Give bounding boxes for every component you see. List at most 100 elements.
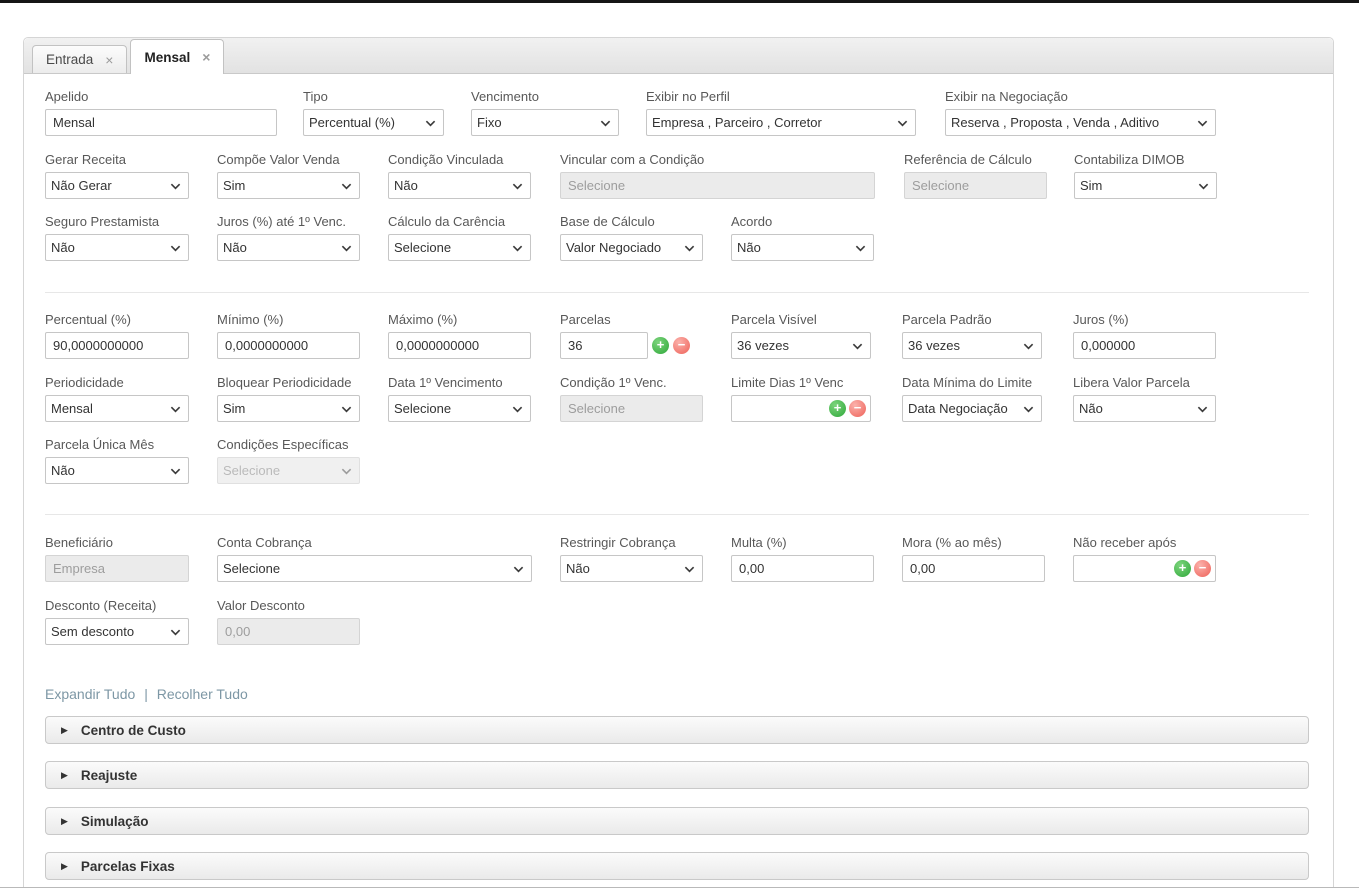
tab-mensal[interactable]: Mensal × xyxy=(130,39,224,74)
condicoes-especificas-select: Selecione xyxy=(217,457,360,484)
contabiliza-dimob-field: Contabiliza DIMOB Sim xyxy=(1074,152,1217,199)
parcelas-input[interactable] xyxy=(560,332,648,359)
juros-input[interactable] xyxy=(1073,332,1216,359)
beneficiario-field: Beneficiário xyxy=(45,535,189,582)
limite-dias-label: Limite Dias 1º Venc xyxy=(731,375,871,390)
accordion-simulacao[interactable]: ▶ Simulação xyxy=(45,807,1309,835)
accordion-parcelas-fixas[interactable]: ▶ Parcelas Fixas xyxy=(45,852,1309,880)
conta-cobranca-select[interactable]: Selecione xyxy=(217,555,532,582)
acordo-select[interactable]: Não xyxy=(731,234,874,261)
beneficiario-input xyxy=(45,555,189,582)
close-icon[interactable]: × xyxy=(202,50,210,64)
periodicidade-label: Periodicidade xyxy=(45,375,189,390)
compoe-valor-venda-field: Compõe Valor Venda Sim xyxy=(217,152,360,199)
seguro-prestamista-field: Seguro Prestamista Não xyxy=(45,214,189,261)
parcela-visivel-field: Parcela Visível 36 vezes xyxy=(731,312,871,359)
accordion-label: Reajuste xyxy=(81,768,137,783)
minus-icon[interactable]: − xyxy=(1194,560,1211,577)
minus-icon[interactable]: − xyxy=(849,400,866,417)
condicoes-especificas-field: Condições Específicas Selecione xyxy=(217,437,360,484)
condicao-1-venc-label: Condição 1º Venc. xyxy=(560,375,703,390)
page-top-border xyxy=(0,0,1359,3)
mora-label: Mora (% ao mês) xyxy=(902,535,1045,550)
parcela-visivel-select[interactable]: 36 vezes xyxy=(731,332,871,359)
tipo-label: Tipo xyxy=(303,89,444,104)
vencimento-select[interactable]: Fixo xyxy=(471,109,619,136)
plus-icon[interactable]: + xyxy=(1174,560,1191,577)
condicao-vinculada-label: Condição Vinculada xyxy=(388,152,531,167)
limite-dias-input[interactable] xyxy=(736,397,826,420)
compoe-valor-venda-label: Compõe Valor Venda xyxy=(217,152,360,167)
gerar-receita-select[interactable]: Não Gerar xyxy=(45,172,189,199)
tab-entrada[interactable]: Entrada × xyxy=(32,45,127,73)
plus-icon[interactable]: + xyxy=(652,337,669,354)
apelido-input[interactable] xyxy=(45,109,277,136)
juros-ate-venc-label: Juros (%) até 1º Venc. xyxy=(217,214,360,229)
recolher-tudo-link[interactable]: Recolher Tudo xyxy=(157,686,248,702)
valor-desconto-input xyxy=(217,618,360,645)
accordion-label: Simulação xyxy=(81,814,149,829)
parcela-unica-mes-select[interactable]: Não xyxy=(45,457,189,484)
restringir-cobranca-select[interactable]: Não xyxy=(560,555,703,582)
condicao-1-venc-field: Condição 1º Venc. xyxy=(560,375,703,422)
multa-field: Multa (%) xyxy=(731,535,874,582)
chevron-right-icon: ▶ xyxy=(61,861,68,872)
section-divider xyxy=(45,514,1309,515)
tipo-select[interactable]: Percentual (%) xyxy=(303,109,444,136)
accordion-label: Parcelas Fixas xyxy=(81,859,175,874)
calculo-carencia-select[interactable]: Selecione xyxy=(388,234,531,261)
base-calculo-select[interactable]: Valor Negociado xyxy=(560,234,703,261)
vencimento-field: Vencimento Fixo xyxy=(471,89,619,136)
chevron-right-icon: ▶ xyxy=(61,725,68,736)
bloquear-periodicidade-field: Bloquear Periodicidade Sim xyxy=(217,375,360,422)
percentual-input[interactable] xyxy=(45,332,189,359)
periodicidade-select[interactable]: Mensal xyxy=(45,395,189,422)
minimo-input[interactable] xyxy=(217,332,360,359)
referencia-calculo-label: Referência de Cálculo xyxy=(904,152,1047,167)
condicao-vinculada-select[interactable]: Não xyxy=(388,172,531,199)
accordion-centro-de-custo[interactable]: ▶ Centro de Custo xyxy=(45,716,1309,744)
percentual-field: Percentual (%) xyxy=(45,312,189,359)
juros-ate-venc-select[interactable]: Não xyxy=(217,234,360,261)
desconto-receita-select[interactable]: Sem desconto xyxy=(45,618,189,645)
libera-valor-parcela-select[interactable]: Não xyxy=(1073,395,1216,422)
vincular-condicao-label: Vincular com a Condição xyxy=(560,152,875,167)
tab-panel-container: Entrada × Mensal × Apelido Tipo Percentu… xyxy=(23,37,1334,888)
bloquear-periodicidade-select[interactable]: Sim xyxy=(217,395,360,422)
data-minima-limite-select[interactable]: Data Negociação xyxy=(902,395,1042,422)
nao-receber-apos-input[interactable] xyxy=(1078,557,1171,580)
parcela-padrao-label: Parcela Padrão xyxy=(902,312,1042,327)
condicao-vinculada-field: Condição Vinculada Não xyxy=(388,152,531,199)
vencimento-label: Vencimento xyxy=(471,89,619,104)
contabiliza-dimob-select[interactable]: Sim xyxy=(1074,172,1217,199)
maximo-input[interactable] xyxy=(388,332,531,359)
vincular-condicao-input xyxy=(560,172,875,199)
data-1-vencimento-select[interactable]: Selecione xyxy=(388,395,531,422)
minus-icon[interactable]: − xyxy=(673,337,690,354)
expandir-tudo-link[interactable]: Expandir Tudo xyxy=(45,686,135,702)
parcela-unica-mes-label: Parcela Única Mês xyxy=(45,437,189,452)
parcela-padrao-field: Parcela Padrão 36 vezes xyxy=(902,312,1042,359)
compoe-valor-venda-select[interactable]: Sim xyxy=(217,172,360,199)
chevron-right-icon: ▶ xyxy=(61,816,68,827)
exibir-negociacao-label: Exibir na Negociação xyxy=(945,89,1216,104)
multa-label: Multa (%) xyxy=(731,535,874,550)
accordion-label: Centro de Custo xyxy=(81,723,186,738)
beneficiario-label: Beneficiário xyxy=(45,535,189,550)
mora-input[interactable] xyxy=(902,555,1045,582)
maximo-field: Máximo (%) xyxy=(388,312,531,359)
accordion-reajuste[interactable]: ▶ Reajuste xyxy=(45,761,1309,789)
seguro-prestamista-select[interactable]: Não xyxy=(45,234,189,261)
exibir-perfil-select[interactable]: Empresa , Parceiro , Corretor xyxy=(646,109,916,136)
calculo-carencia-label: Cálculo da Carência xyxy=(388,214,531,229)
exibir-negociacao-select[interactable]: Reserva , Proposta , Venda , Aditivo xyxy=(945,109,1216,136)
minimo-label: Mínimo (%) xyxy=(217,312,360,327)
condicoes-especificas-label: Condições Específicas xyxy=(217,437,360,452)
data-1-vencimento-field: Data 1º Vencimento Selecione xyxy=(388,375,531,422)
percentual-label: Percentual (%) xyxy=(45,312,189,327)
close-icon[interactable]: × xyxy=(105,53,113,67)
multa-input[interactable] xyxy=(731,555,874,582)
parcela-padrao-select[interactable]: 36 vezes xyxy=(902,332,1042,359)
plus-icon[interactable]: + xyxy=(829,400,846,417)
parcela-visivel-label: Parcela Visível xyxy=(731,312,871,327)
